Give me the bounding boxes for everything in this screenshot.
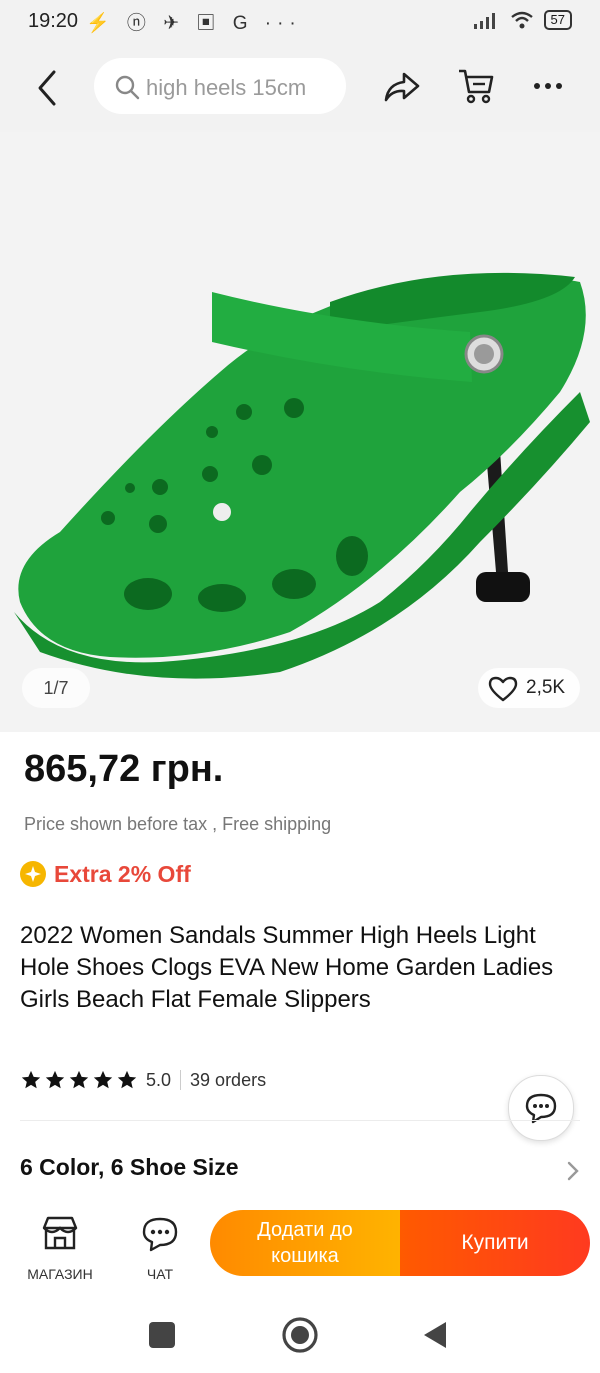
cart-icon <box>459 69 494 104</box>
section-divider <box>20 1120 580 1121</box>
add-to-cart-button[interactable]: Додати до кошика <box>210 1210 400 1276</box>
promo-badge[interactable]: Extra 2% Off <box>20 858 191 890</box>
add-to-cart-label: Додати до кошика <box>257 1219 353 1267</box>
status-bar: 19:20 ⚡ ⓝ ✈ ▣ G ··· 57 <box>0 0 600 44</box>
green-heeled-clog-image <box>14 272 590 679</box>
store-icon <box>42 1216 78 1250</box>
floating-chat-button[interactable] <box>508 1075 574 1141</box>
recents-icon[interactable] <box>147 1320 177 1350</box>
star-icon <box>93 1070 113 1089</box>
star-icon <box>21 1070 41 1089</box>
status-time: 19:20 <box>28 10 79 32</box>
status-right: 57 <box>473 10 572 30</box>
search-input[interactable]: high heels 15cm <box>94 58 346 114</box>
product-image[interactable] <box>0 132 600 732</box>
product-title: 2022 Women Sandals Summer High Heels Lig… <box>20 922 554 1013</box>
wishlist-button[interactable]: 2,5K <box>478 668 580 708</box>
buy-now-button[interactable]: Купити <box>400 1210 590 1276</box>
heart-icon <box>488 676 518 702</box>
notification-icons: ⚡ ⓝ ✈ ▣ G ··· <box>86 13 302 34</box>
rating-value: 5.0 <box>146 1069 172 1090</box>
search-icon <box>115 75 140 100</box>
star-icon <box>117 1070 137 1089</box>
share-button[interactable] <box>382 70 422 111</box>
home-icon[interactable] <box>281 1316 319 1354</box>
rating-divider <box>180 1070 182 1090</box>
more-icon <box>534 83 562 89</box>
star-icon <box>69 1070 89 1089</box>
tax-shipping-note: Price shown before tax , Free shipping <box>24 814 332 834</box>
product-price: 865,72 грн. <box>24 748 224 790</box>
coin-icon <box>20 861 46 887</box>
bottom-action-bar: МАГАЗИН ЧАТ Додати до кошика Купити <box>0 1200 600 1290</box>
orders-count: 39 orders <box>190 1069 267 1090</box>
back-button[interactable] <box>30 66 66 110</box>
chevron-left-icon <box>38 70 56 106</box>
more-options-button[interactable] <box>532 74 564 103</box>
chat-icon <box>142 1217 178 1252</box>
store-label: МАГАЗИН <box>27 1266 93 1282</box>
system-nav-bar <box>0 1290 600 1373</box>
buy-now-label: Купити <box>461 1231 529 1254</box>
share-icon <box>384 72 420 102</box>
chat-label: ЧАТ <box>146 1266 174 1282</box>
wishlist-count: 2,5K <box>526 677 566 698</box>
chat-button[interactable]: ЧАТ <box>120 1210 200 1282</box>
rating-stars <box>20 1069 138 1091</box>
image-counter: 1/7 <box>22 668 90 708</box>
search-placeholder: high heels 15cm <box>146 75 307 100</box>
star-icon <box>45 1070 65 1089</box>
battery-icon: 57 <box>543 10 572 30</box>
chevron-right-icon[interactable] <box>566 1160 580 1187</box>
variants-selector[interactable]: 6 Color, 6 Shoe Size <box>20 1154 239 1181</box>
wifi-icon <box>510 11 533 29</box>
store-button[interactable]: МАГАЗИН <box>20 1210 100 1282</box>
rating-row[interactable]: 5.0 39 orders <box>20 1066 266 1094</box>
top-bar: high heels 15cm <box>0 44 600 132</box>
promo-text: Extra 2% Off <box>54 860 191 887</box>
back-nav-icon[interactable] <box>420 1320 450 1350</box>
cart-button[interactable] <box>456 66 496 111</box>
signal-icon <box>473 13 495 29</box>
